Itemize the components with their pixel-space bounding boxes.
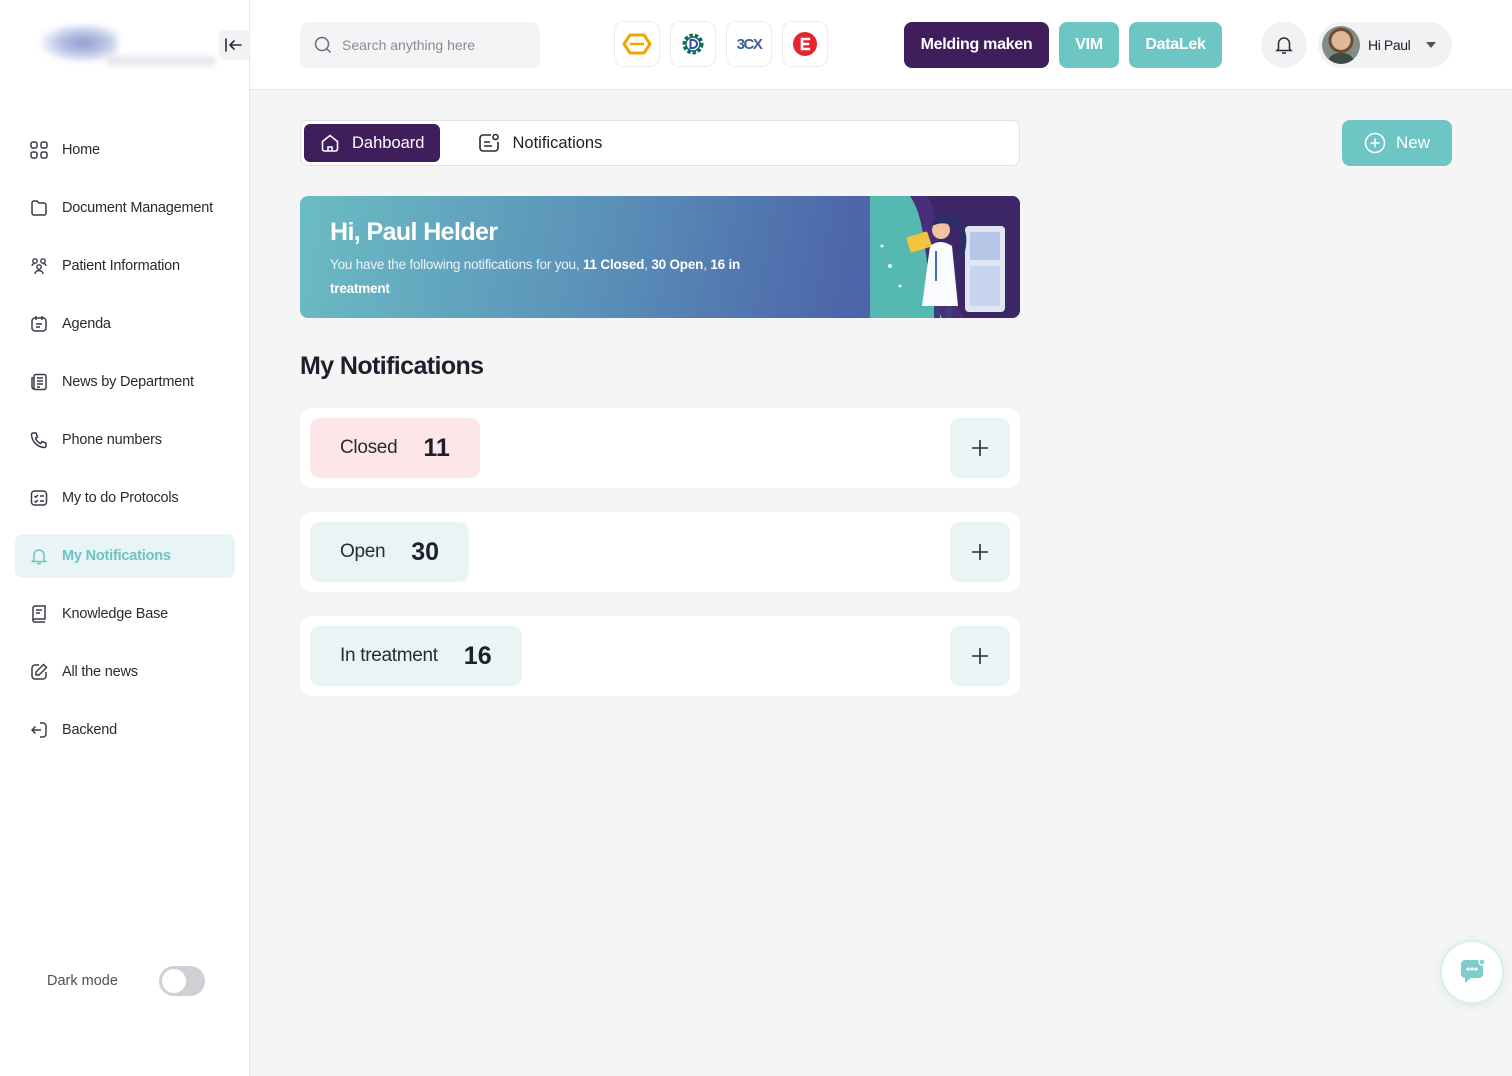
collapse-sidebar-button[interactable] (219, 30, 249, 60)
sidebar-item-label: Phone numbers (62, 432, 162, 448)
3cx-app-icon[interactable]: 3CX (726, 21, 772, 67)
plus-icon (972, 544, 988, 560)
status-label: In treatment (340, 645, 438, 666)
bell-icon (29, 546, 49, 566)
sidebar-item-label: My to do Protocols (62, 490, 179, 506)
3cx-logo-text: 3CX (736, 35, 763, 53)
top-header: 3CX Melding maken VIM DataLek Hi Paul (250, 0, 1512, 90)
checklist-icon (29, 488, 49, 508)
book-icon (29, 604, 49, 624)
tab-dashboard[interactable]: Dahboard (304, 124, 441, 162)
sidebar-item-all-the-news[interactable]: All the news (15, 650, 235, 694)
edit-icon (29, 662, 49, 682)
new-button[interactable]: New (1342, 120, 1452, 166)
expand-in-treatment-button[interactable] (950, 626, 1010, 686)
dark-mode-label: Dark mode (47, 973, 118, 989)
sidebar-item-label: Knowledge Base (62, 606, 169, 622)
folder-icon (29, 198, 49, 218)
sidebar-item-my-notifications[interactable]: My Notifications (15, 534, 235, 578)
sidebar-item-label: Home (62, 142, 100, 158)
tab-label: Dahboard (352, 133, 425, 152)
bell-icon (1275, 37, 1293, 54)
grid-icon (29, 140, 49, 160)
home-icon (320, 133, 340, 153)
e-app-icon[interactable] (782, 21, 828, 67)
sidebar-item-label: Patient Information (62, 258, 180, 274)
sidebar-item-label: My Notifications (62, 548, 171, 564)
plus-circle-icon (1364, 132, 1386, 154)
sidebar-item-label: Backend (62, 722, 118, 738)
phone-icon (29, 430, 49, 450)
chat-button[interactable] (1440, 940, 1504, 1004)
dark-mode-row: Dark mode (47, 964, 207, 998)
sidebar-item-home[interactable]: Home (15, 128, 235, 172)
doctor-illustration (870, 196, 1020, 318)
sidebar-item-knowledge-base[interactable]: Knowledge Base (15, 592, 235, 636)
banner-summary: You have the following notifications for… (330, 257, 741, 296)
notifications-bell-button[interactable] (1261, 22, 1307, 68)
hexagon-app-icon[interactable] (614, 21, 660, 67)
sidebar-item-backend[interactable]: Backend (15, 708, 235, 752)
vim-button[interactable]: VIM (1059, 22, 1119, 68)
toggle-knob (162, 969, 186, 993)
sidebar-item-patient-information[interactable]: Patient Information (15, 244, 235, 288)
people-icon (29, 256, 49, 276)
search-input[interactable] (342, 37, 522, 53)
status-badge-in-treatment[interactable]: In treatment 16 (310, 626, 522, 686)
dashboard-tabs: Dahboard Notifications (300, 120, 1020, 166)
melding-maken-button[interactable]: Melding maken (904, 22, 1049, 68)
sidebar-item-label: Document Management (62, 200, 213, 216)
profile-menu[interactable]: Hi Paul (1318, 22, 1452, 68)
plus-icon (972, 440, 988, 456)
chevron-down-icon (1426, 42, 1436, 48)
notification-row-in-treatment: In treatment 16 (300, 616, 1020, 696)
avatar (1322, 26, 1360, 64)
plus-icon (972, 648, 988, 664)
status-badge-open[interactable]: Open 30 (310, 522, 470, 582)
logo (36, 20, 216, 70)
sidebar-item-document-management[interactable]: Document Management (15, 186, 235, 230)
sidebar-item-agenda[interactable]: Agenda (15, 302, 235, 346)
expand-open-button[interactable] (950, 522, 1010, 582)
sidebar-item-label: All the news (62, 664, 138, 680)
greeting-title: Hi, Paul Helder (330, 218, 498, 246)
search-box[interactable] (300, 22, 540, 68)
expand-closed-button[interactable] (950, 418, 1010, 478)
sidebar: Home Document Management Patient Informa… (0, 0, 250, 1076)
datalek-button[interactable]: DataLek (1129, 22, 1222, 68)
status-label: Open (340, 541, 386, 562)
status-count: 30 (411, 537, 440, 566)
status-label: Closed (340, 437, 398, 458)
new-button-label: New (1395, 133, 1430, 152)
sidebar-item-label: News by Department (62, 374, 194, 390)
welcome-banner: Hi, Paul Helder You have the following n… (300, 196, 1020, 318)
tab-notifications[interactable]: Notifications (462, 124, 618, 162)
status-count: 16 (463, 641, 492, 670)
notification-row-open: Open 30 (300, 512, 1020, 592)
sidebar-item-my-to-do-protocols[interactable]: My to do Protocols (15, 476, 235, 520)
profile-name: Hi Paul (1368, 37, 1411, 53)
app-shortcuts: 3CX (614, 21, 828, 67)
calendar-icon (29, 314, 49, 334)
status-badge-closed[interactable]: Closed 11 (310, 418, 480, 478)
sidebar-item-phone-numbers[interactable]: Phone numbers (15, 418, 235, 462)
chat-icon (1461, 958, 1486, 983)
search-icon (314, 36, 332, 54)
sidebar-nav: Home Document Management Patient Informa… (15, 128, 235, 766)
collapse-icon (225, 38, 242, 52)
sidebar-item-news-by-department[interactable]: News by Department (15, 360, 235, 404)
tab-label: Notifications (512, 133, 603, 152)
newspaper-icon (29, 372, 49, 392)
dark-mode-toggle[interactable] (159, 966, 205, 996)
sidebar-item-label: Agenda (62, 316, 111, 332)
notification-card-icon (478, 133, 500, 153)
logout-icon (29, 720, 49, 740)
status-count: 11 (423, 433, 450, 462)
section-title: My Notifications (300, 352, 484, 380)
notification-row-closed: Closed 11 (300, 408, 1020, 488)
d-gear-app-icon[interactable] (670, 21, 716, 67)
